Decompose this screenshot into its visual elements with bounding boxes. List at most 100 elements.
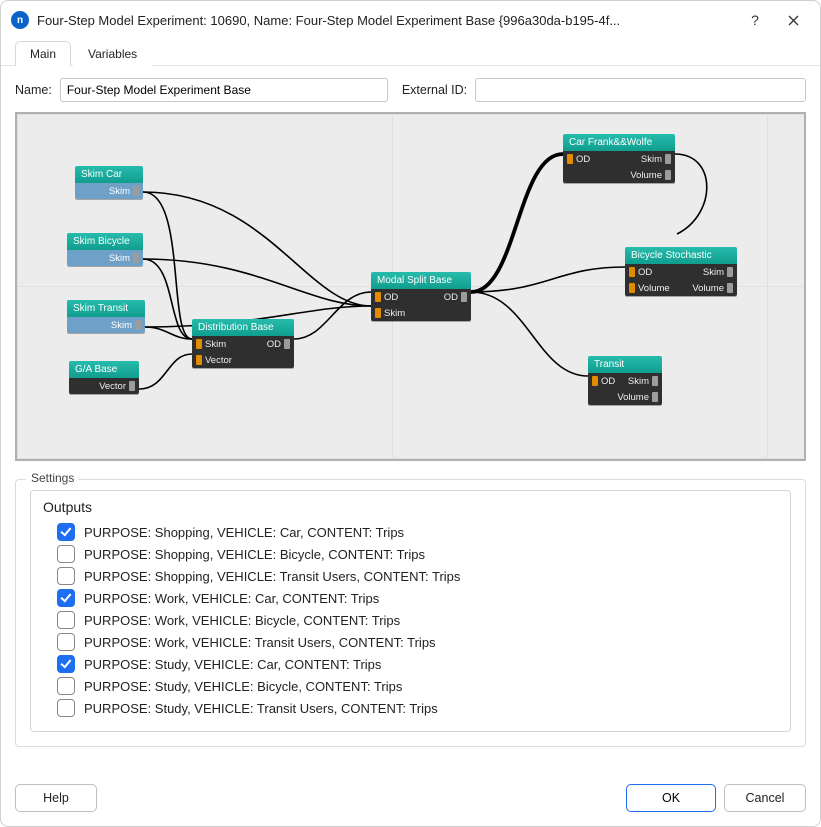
port-out-label: Vector (99, 381, 126, 392)
port-in-label: OD (576, 154, 590, 165)
node-skim-bicycle[interactable]: Skim BicycleSkim (67, 233, 143, 266)
node-body: ODSkimVolume (563, 151, 675, 183)
output-label: PURPOSE: Study, VEHICLE: Transit Users, … (84, 701, 438, 716)
port-in-label: Vector (205, 355, 232, 366)
node-skim-transit[interactable]: Skim Transit Skim (67, 300, 145, 333)
port-out-icon[interactable] (665, 170, 671, 180)
help-button[interactable]: Help (15, 784, 97, 812)
port-out-icon[interactable] (461, 292, 467, 302)
output-checkbox[interactable] (57, 655, 75, 673)
node-body: Skim (67, 250, 143, 266)
output-label: PURPOSE: Work, VEHICLE: Bicycle, CONTENT… (84, 613, 400, 628)
output-row: PURPOSE: Study, VEHICLE: Bicycle, CONTEN… (43, 675, 778, 697)
port-in-icon[interactable] (375, 308, 381, 318)
ok-button[interactable]: OK (626, 784, 716, 812)
name-label: Name: (15, 83, 52, 97)
output-row: PURPOSE: Work, VEHICLE: Car, CONTENT: Tr… (43, 587, 778, 609)
port-in-icon[interactable] (629, 267, 635, 277)
node-title: Car Frank&&Wolfe (563, 134, 675, 151)
output-row: PURPOSE: Shopping, VEHICLE: Transit User… (43, 565, 778, 587)
app-icon: n (11, 11, 29, 29)
node-title: Modal Split Base (371, 272, 471, 289)
node-ga-base[interactable]: G/A BaseVector (69, 361, 139, 394)
name-row: Name: External ID: (15, 78, 806, 102)
node-port-row: Vector (192, 352, 294, 368)
port-out-label: OD (267, 339, 281, 350)
node-body: Skim (75, 183, 143, 199)
output-checkbox[interactable] (57, 567, 75, 585)
output-checkbox[interactable] (57, 611, 75, 629)
port-out-icon[interactable] (133, 186, 139, 196)
port-in-label: OD (638, 267, 652, 278)
port-in-icon[interactable] (592, 376, 598, 386)
settings-legend: Settings (26, 471, 79, 485)
output-row: PURPOSE: Work, VEHICLE: Bicycle, CONTENT… (43, 609, 778, 631)
node-port-row: SkimOD (192, 336, 294, 352)
port-out-icon[interactable] (727, 267, 733, 277)
port-out-icon[interactable] (135, 320, 141, 330)
output-label: PURPOSE: Shopping, VEHICLE: Bicycle, CON… (84, 547, 425, 562)
node-port-row: OD OD (371, 289, 471, 305)
node-title: Distribution Base (192, 319, 294, 336)
port-out-label: Skim (109, 186, 130, 197)
node-title: Bicycle Stochastic (625, 247, 737, 264)
node-distribution[interactable]: Distribution BaseSkimOD Vector (192, 319, 294, 368)
output-checkbox[interactable] (57, 545, 75, 563)
port-out-label: OD (444, 292, 458, 303)
port-out-icon[interactable] (652, 392, 658, 402)
outputs-box: Outputs PURPOSE: Shopping, VEHICLE: Car,… (30, 490, 791, 732)
dialog-footer: Help OK Cancel (1, 774, 820, 826)
output-checkbox[interactable] (57, 523, 75, 541)
node-title: Skim Bicycle (67, 233, 143, 250)
port-in-icon[interactable] (375, 292, 381, 302)
output-checkbox[interactable] (57, 633, 75, 651)
port-in-icon[interactable] (196, 355, 202, 365)
name-input[interactable] (60, 78, 388, 102)
node-port-row: Volume (588, 389, 662, 405)
port-out-icon[interactable] (133, 253, 139, 263)
output-label: PURPOSE: Shopping, VEHICLE: Car, CONTENT… (84, 525, 404, 540)
node-modal-split[interactable]: Modal Split Base OD OD Skim (371, 272, 471, 321)
node-port-row: Skim (75, 183, 143, 199)
node-skim-car[interactable]: Skim CarSkim (75, 166, 143, 199)
port-out-icon[interactable] (129, 381, 135, 391)
tab-main[interactable]: Main (15, 41, 71, 66)
port-out-icon[interactable] (727, 283, 733, 293)
output-checkbox[interactable] (57, 589, 75, 607)
close-icon[interactable] (778, 8, 808, 32)
port-in-icon[interactable] (567, 154, 573, 164)
port-out-icon[interactable] (652, 376, 658, 386)
output-checkbox[interactable] (57, 677, 75, 695)
port-in-icon[interactable] (629, 283, 635, 293)
port-out-icon[interactable] (665, 154, 671, 164)
node-bicycle-stoch[interactable]: Bicycle StochasticODSkimVolumeVolume (625, 247, 737, 296)
port-out-icon[interactable] (284, 339, 290, 349)
output-row: PURPOSE: Study, VEHICLE: Car, CONTENT: T… (43, 653, 778, 675)
node-title: Skim Transit (67, 300, 145, 317)
port-out-label: Skim (111, 320, 132, 331)
node-port-row: Skim (371, 305, 471, 321)
port-in-label: OD (601, 376, 615, 387)
node-port-row: ODSkim (563, 151, 675, 167)
output-label: PURPOSE: Work, VEHICLE: Car, CONTENT: Tr… (84, 591, 379, 606)
graph-canvas[interactable]: Skim CarSkimSkim BicycleSkimSkim Transit… (15, 112, 806, 461)
node-car-fw[interactable]: Car Frank&&WolfeODSkimVolume (563, 134, 675, 183)
dialog-window: n Four-Step Model Experiment: 10690, Nam… (0, 0, 821, 827)
node-body: OD OD Skim (371, 289, 471, 321)
titlebar: n Four-Step Model Experiment: 10690, Nam… (1, 1, 820, 39)
external-id-input[interactable] (475, 78, 806, 102)
node-body: ODSkimVolumeVolume (625, 264, 737, 296)
node-port-row: ODSkim (625, 264, 737, 280)
output-row: PURPOSE: Work, VEHICLE: Transit Users, C… (43, 631, 778, 653)
output-label: PURPOSE: Study, VEHICLE: Bicycle, CONTEN… (84, 679, 402, 694)
node-transit[interactable]: TransitODSkimVolume (588, 356, 662, 405)
output-label: PURPOSE: Study, VEHICLE: Car, CONTENT: T… (84, 657, 381, 672)
tab-variables[interactable]: Variables (73, 41, 152, 66)
port-in-icon[interactable] (196, 339, 202, 349)
port-in-label: OD (384, 292, 398, 303)
output-checkbox[interactable] (57, 699, 75, 717)
cancel-button[interactable]: Cancel (724, 784, 806, 812)
node-port-row: VolumeVolume (625, 280, 737, 296)
help-icon[interactable]: ? (740, 8, 770, 32)
window-title: Four-Step Model Experiment: 10690, Name:… (37, 13, 732, 28)
